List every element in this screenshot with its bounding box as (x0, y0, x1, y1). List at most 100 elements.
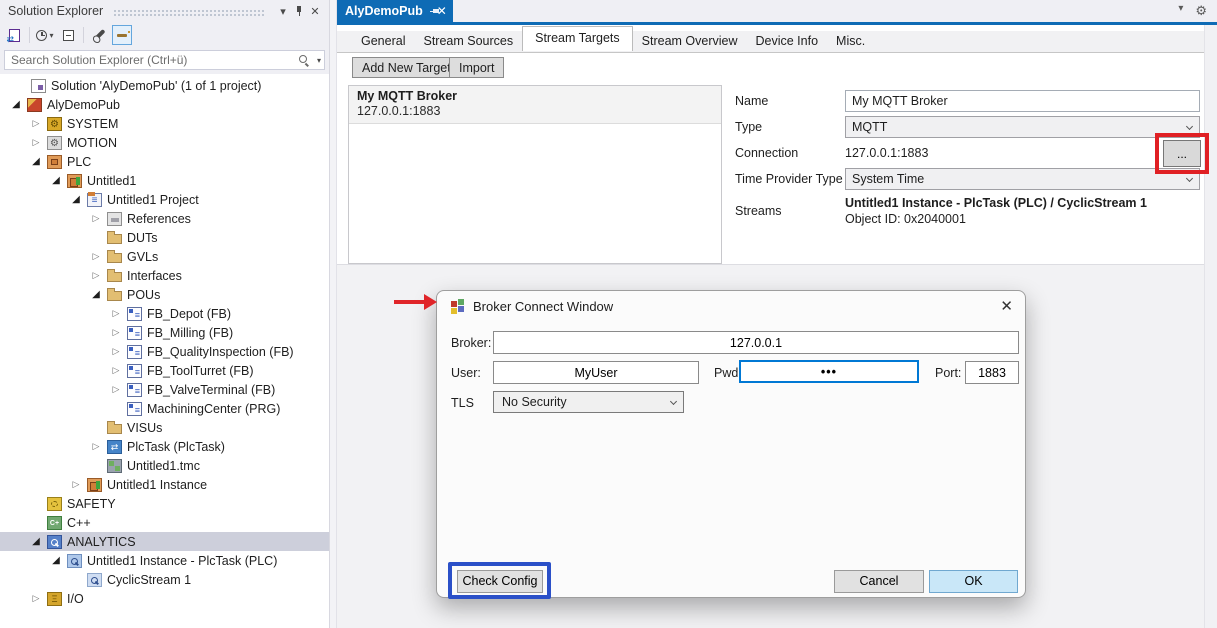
streams-object-id: Object ID: 0x2040001 (845, 212, 1200, 226)
tree-item[interactable]: ▷Interfaces (0, 266, 329, 285)
tree-expander[interactable]: ▷ (68, 475, 84, 494)
tree-item[interactable]: ▷Untitled1 Instance (0, 475, 329, 494)
tree-item[interactable]: C++ (0, 513, 329, 532)
tree-expander[interactable]: ▷ (28, 114, 44, 133)
tree-expander[interactable]: ◢ (68, 190, 84, 209)
tree-item[interactable]: ▷GVLs (0, 247, 329, 266)
user-input[interactable] (493, 361, 699, 384)
solution-explorer-scrollbar[interactable] (330, 0, 337, 628)
close-icon[interactable]: ✕ (307, 3, 323, 19)
tree-item[interactable]: ▷ PlcTask (PlcTask) (0, 437, 329, 456)
collapse-all-button[interactable] (58, 25, 78, 45)
tree-item[interactable]: ◢ANALYTICS (0, 532, 329, 551)
dialog-titlebar[interactable]: Broker Connect Window ✕ (437, 291, 1025, 321)
port-input[interactable] (965, 361, 1019, 384)
broker-input[interactable] (493, 331, 1019, 354)
tab-stream-sources[interactable]: Stream Sources (414, 31, 522, 52)
tree-item[interactable]: ▷FB_ValveTerminal (FB) (0, 380, 329, 399)
tree-item[interactable]: ▷I/O (0, 589, 329, 608)
target-list-item[interactable]: My MQTT Broker127.0.0.1:1883 (349, 86, 721, 124)
tree-item[interactable]: SAFETY (0, 494, 329, 513)
tab-stream-overview[interactable]: Stream Overview (633, 31, 747, 52)
tree-expander[interactable]: ▷ (28, 133, 44, 152)
import-button[interactable]: Import (449, 57, 504, 78)
chevron-down-icon (1186, 175, 1193, 182)
dialog-close-icon[interactable]: ✕ (1000, 299, 1013, 314)
tab-misc[interactable]: Misc. (827, 31, 874, 52)
document-scrollbar[interactable] (1204, 25, 1217, 628)
tree-expander[interactable]: ◢ (88, 285, 104, 304)
tree-expander[interactable]: ◢ (28, 532, 44, 551)
tree-expander[interactable]: ▷ (108, 361, 124, 380)
tree-item[interactable]: ▷FB_QualityInspection (FB) (0, 342, 329, 361)
tree-item[interactable]: ◢Untitled1 Project (0, 190, 329, 209)
tree-item[interactable]: ◢PLC (0, 152, 329, 171)
tree-item[interactable]: ◢Untitled1 (0, 171, 329, 190)
name-input[interactable] (845, 90, 1200, 112)
annotation-arrow-head (424, 294, 437, 310)
tcprj-icon (27, 98, 42, 112)
tree-item[interactable]: ◢AlyDemoPub (0, 95, 329, 114)
tree-item[interactable]: CyclicStream 1 (0, 570, 329, 589)
tree-expander[interactable]: ▷ (108, 304, 124, 323)
tree-expander[interactable]: ▷ (88, 247, 104, 266)
time-provider-dropdown[interactable]: System Time (845, 168, 1200, 190)
pin-icon[interactable] (291, 3, 307, 19)
add-new-target-button[interactable]: Add New Target (352, 57, 461, 78)
search-icon[interactable] (299, 55, 309, 65)
gear-icon[interactable]: ⚙ (1195, 3, 1207, 19)
pwd-input[interactable] (739, 360, 919, 383)
tree-item[interactable]: Solution 'AlyDemoPub' (1 of 1 project) (0, 76, 329, 95)
tree-item[interactable]: MachiningCenter (PRG) (0, 399, 329, 418)
tree-item[interactable]: VISUs (0, 418, 329, 437)
tree-expander[interactable]: ▷ (88, 209, 104, 228)
tree-expander[interactable]: ▷ (88, 437, 104, 456)
tree-item[interactable]: ▷MOTION (0, 133, 329, 152)
tree-item-label: SYSTEM (67, 117, 118, 131)
pou-icon (127, 345, 142, 359)
tree-expander[interactable]: ▷ (108, 342, 124, 361)
type-dropdown[interactable]: MQTT (845, 116, 1200, 138)
tls-value: No Security (502, 395, 567, 409)
tree-expander[interactable]: ◢ (8, 95, 24, 114)
tab-general[interactable]: General (352, 31, 414, 52)
search-input[interactable] (4, 50, 325, 70)
tree-expander[interactable]: ▷ (28, 589, 44, 608)
tree-expander[interactable]: ◢ (28, 152, 44, 171)
document-tab-alydemopub[interactable]: AlyDemoPub ✕ (337, 0, 453, 22)
tree-item[interactable]: DUTs (0, 228, 329, 247)
chevron-down-icon[interactable]: ▾ (275, 3, 291, 19)
preview-selected-items-button[interactable] (112, 25, 132, 45)
tree-item-label: PlcTask (PlcTask) (127, 440, 225, 454)
cancel-button[interactable]: Cancel (834, 570, 924, 593)
tree-item[interactable]: ◢Untitled1 Instance - PlcTask (PLC) (0, 551, 329, 570)
tree-item[interactable]: ▷ SYSTEM (0, 114, 329, 133)
tab-device-info[interactable]: Device Info (747, 31, 828, 52)
streams-label: Streams (735, 204, 782, 218)
tree-expander[interactable]: ◢ (48, 551, 64, 570)
tab-list-chevron-icon[interactable]: ▾ (1178, 3, 1183, 19)
tree-item[interactable]: ▷FB_ToolTurret (FB) (0, 361, 329, 380)
properties-button[interactable] (89, 25, 109, 45)
search-dropdown-caret-icon[interactable]: ▾ (317, 56, 321, 65)
tls-dropdown[interactable]: No Security (493, 391, 684, 413)
tree-item-label: C++ (67, 516, 91, 530)
tree-item[interactable]: ▷FB_Milling (FB) (0, 323, 329, 342)
sync-with-active-document-button[interactable] (4, 25, 24, 45)
tree-item[interactable]: ▷FB_Depot (FB) (0, 304, 329, 323)
tree-expander[interactable]: ▷ (108, 380, 124, 399)
pending-changes-filter-button[interactable]: ▾ (35, 25, 55, 45)
tree-item[interactable]: ◢POUs (0, 285, 329, 304)
tree-item-label: CyclicStream 1 (107, 573, 191, 587)
tree-item[interactable]: ▷References (0, 209, 329, 228)
tree-expander[interactable]: ▷ (88, 266, 104, 285)
plctask-icon (107, 440, 122, 454)
ok-button[interactable]: OK (929, 570, 1018, 593)
tree-item-label: VISUs (127, 421, 162, 435)
tree-item[interactable]: Untitled1.tmc (0, 456, 329, 475)
tree-item-label: SAFETY (67, 497, 116, 511)
tree-expander[interactable]: ◢ (48, 171, 64, 190)
time-provider-value: System Time (852, 172, 924, 186)
tab-stream-targets[interactable]: Stream Targets (522, 26, 633, 51)
tree-expander[interactable]: ▷ (108, 323, 124, 342)
